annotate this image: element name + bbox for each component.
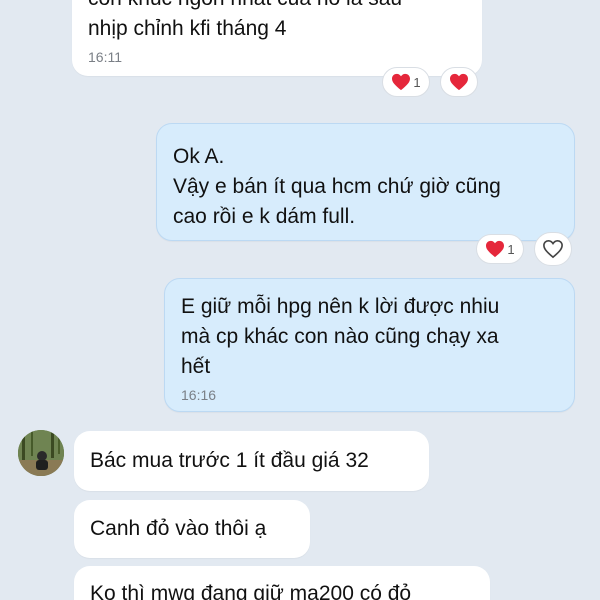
message-text: Canh đỏ vào thôi ạ [90, 517, 267, 540]
message-bubble-incoming[interactable]: Bác mua trước 1 ít đầu giá 32 [74, 431, 429, 491]
message-text: Ok A. [173, 145, 225, 168]
message-bubble-incoming[interactable]: Canh đỏ vào thôi ạ [74, 500, 310, 558]
avatar-image [18, 430, 64, 476]
message-text: mà cp khác con nào cũng chạy xa [181, 325, 499, 348]
heart-outline-icon [543, 239, 563, 259]
message-text: cao rồi e k dám full. [173, 205, 356, 228]
reaction-count: 1 [507, 241, 515, 257]
message-bubble-incoming[interactable]: con khúc ngon nhất của nó là sau nhịp ch… [72, 0, 482, 76]
message-timestamp: 16:16 [181, 387, 217, 403]
reaction-count-badge[interactable]: 1 [382, 67, 430, 97]
react-button[interactable] [440, 67, 478, 97]
message-text: Ko thì mwg đang giữ ma200 có đỏ [90, 582, 412, 600]
react-button[interactable] [534, 232, 572, 266]
message-text: Bác mua trước 1 ít đầu giá 32 [90, 449, 369, 472]
heart-filled-icon [450, 73, 468, 91]
sender-avatar[interactable] [18, 430, 64, 476]
message-text: Vậy e bán ít qua hcm chứ giờ cũng [173, 175, 501, 198]
message-text: nhịp chỉnh kfi tháng 4 [88, 17, 287, 40]
heart-icon [486, 240, 505, 258]
message-timestamp: 16:11 [88, 49, 122, 65]
message-text: con khúc ngon nhất của nó là sau [88, 0, 466, 14]
reaction-count: 1 [413, 74, 421, 90]
reaction-count-badge[interactable]: 1 [476, 234, 524, 264]
message-text: hết [181, 355, 211, 378]
message-bubble-outgoing[interactable]: E giữ mỗi hpg nên k lời được nhiu mà cp … [164, 278, 575, 412]
message-text: E giữ mỗi hpg nên k lời được nhiu [181, 295, 500, 318]
message-bubble-incoming[interactable]: Ko thì mwg đang giữ ma200 có đỏ [74, 566, 490, 600]
heart-icon [392, 73, 411, 91]
message-bubble-outgoing[interactable]: Ok A. Vậy e bán ít qua hcm chứ giờ cũng … [156, 123, 575, 241]
